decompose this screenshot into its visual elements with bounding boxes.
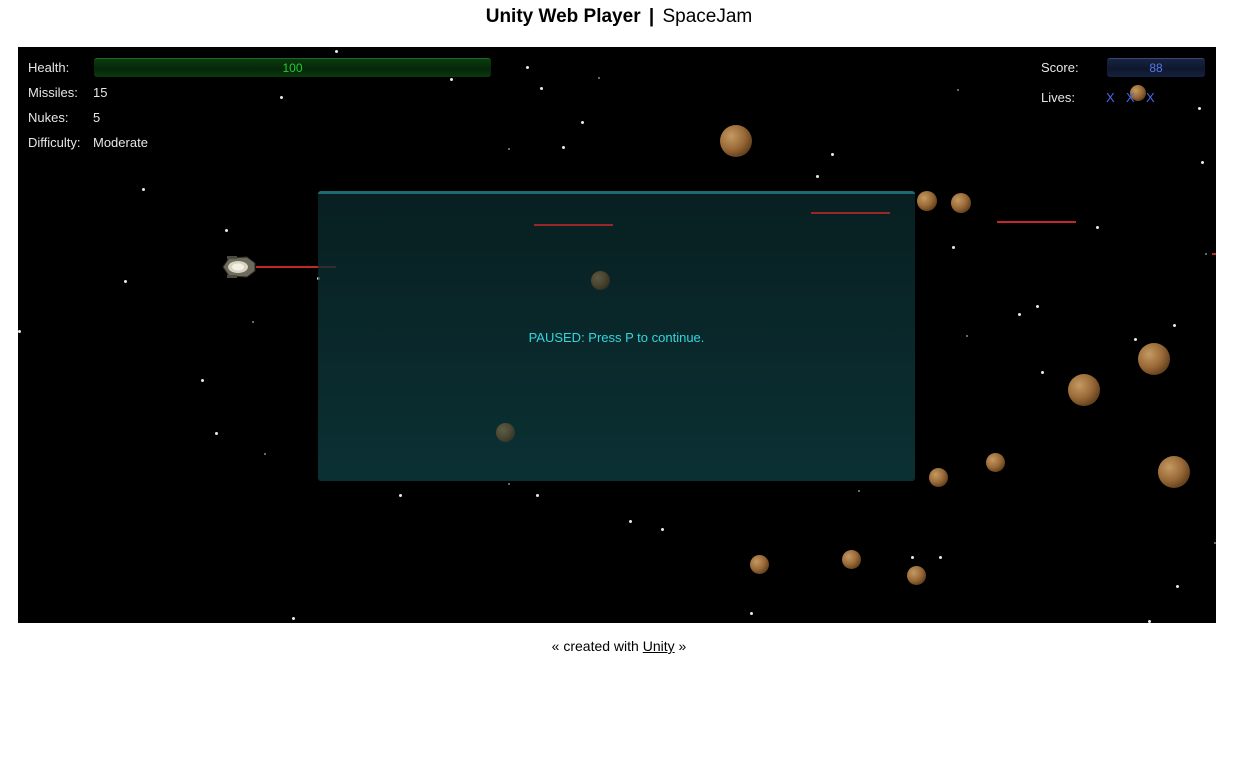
footer: « created with Unity » (0, 638, 1238, 654)
nukes-label: Nukes: (28, 110, 69, 125)
life-marker: X (1146, 90, 1155, 105)
star (661, 528, 664, 531)
footer-suffix: » (678, 638, 687, 654)
asteroid (917, 191, 937, 211)
page-title: Unity Web Player | SpaceJam (0, 6, 1238, 28)
star (1205, 253, 1207, 255)
asteroid (1138, 343, 1170, 375)
spaceship-icon (222, 256, 256, 278)
star (1041, 371, 1044, 374)
page-title-separator: | (648, 6, 655, 27)
page-title-app: Unity Web Player (485, 6, 641, 27)
pause-message: PAUSED: Press P to continue. (528, 330, 705, 345)
star (264, 453, 266, 455)
asteroid (720, 125, 752, 157)
life-marker: X (1126, 90, 1135, 105)
missiles-value: 15 (93, 85, 108, 100)
star (1198, 107, 1201, 110)
difficulty-value: Moderate (93, 135, 148, 150)
star (142, 188, 145, 191)
star (526, 66, 529, 69)
unity-link[interactable]: Unity (643, 638, 675, 654)
star (508, 483, 510, 485)
health-bar: 100 (94, 58, 491, 77)
star (1214, 542, 1216, 544)
asteroid (1158, 456, 1190, 488)
star (858, 490, 860, 492)
star (1176, 585, 1179, 588)
star (581, 121, 584, 124)
star (1148, 620, 1151, 623)
health-label: Health: (28, 60, 70, 75)
star (750, 612, 753, 615)
star (540, 87, 543, 90)
star (201, 379, 204, 382)
star (225, 229, 228, 232)
star (966, 335, 968, 337)
missiles-label: Missiles: (28, 85, 78, 100)
star (280, 96, 283, 99)
star (1018, 313, 1021, 316)
star (952, 246, 955, 249)
star (18, 330, 21, 333)
enemy-laser (1212, 253, 1216, 255)
score-bar: 88 (1107, 58, 1205, 77)
star (939, 556, 942, 559)
asteroid (591, 271, 610, 290)
lives-label: Lives: (1041, 90, 1075, 105)
star (215, 432, 218, 435)
asteroid (1068, 374, 1100, 406)
star (450, 78, 453, 81)
star (335, 50, 338, 53)
star (536, 494, 539, 497)
enemy-laser (997, 221, 1076, 223)
score-label: Score: (1041, 60, 1079, 75)
star (399, 494, 402, 497)
star (629, 520, 632, 523)
score-value: 88 (1149, 61, 1163, 75)
asteroid (986, 453, 1005, 472)
nukes-value: 5 (93, 110, 101, 125)
star (1036, 305, 1039, 308)
star (1173, 324, 1176, 327)
star (1134, 338, 1137, 341)
star (957, 89, 959, 91)
star (598, 77, 600, 79)
star (292, 617, 295, 620)
asteroid (842, 550, 861, 569)
asteroid (929, 468, 948, 487)
life-marker: X (1106, 90, 1115, 105)
star (252, 321, 254, 323)
footer-prefix: « created with (551, 638, 639, 654)
asteroid (907, 566, 926, 585)
pause-panel: PAUSED: Press P to continue. (318, 191, 915, 481)
star (911, 556, 914, 559)
enemy-laser (811, 212, 890, 214)
player-ship (221, 254, 257, 280)
asteroid (951, 193, 971, 213)
star (816, 175, 819, 178)
star (831, 153, 834, 156)
difficulty-label: Difficulty: (28, 135, 81, 150)
enemy-laser (534, 224, 613, 226)
game-canvas[interactable]: PAUSED: Press P to continue. Health: 100… (18, 47, 1216, 623)
health-value: 100 (282, 61, 303, 75)
star (508, 148, 510, 150)
asteroid (496, 423, 515, 442)
star (1096, 226, 1099, 229)
star (562, 146, 565, 149)
star (124, 280, 127, 283)
page-title-game: SpaceJam (662, 6, 753, 27)
star (1201, 161, 1204, 164)
asteroid (750, 555, 769, 574)
